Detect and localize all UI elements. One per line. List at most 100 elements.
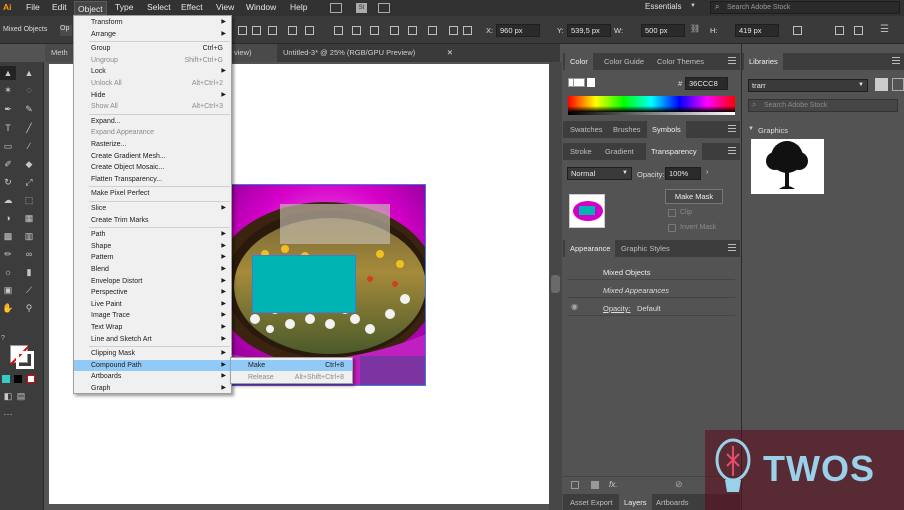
menu-item-compound-path[interactable]: Compound Path ▶ (74, 359, 231, 371)
panel-menu-icon[interactable] (728, 57, 736, 64)
none-mode-icon[interactable] (27, 375, 35, 383)
clear-appearance-icon[interactable]: ⊘ (675, 479, 683, 490)
menu-item-slice[interactable]: Slice ▶ (74, 203, 231, 214)
tab-asset-export[interactable]: Asset Export (565, 494, 618, 510)
graph-icon[interactable]: ▮ (23, 266, 35, 278)
list-view-icon[interactable] (892, 78, 904, 91)
shape-icon[interactable] (793, 26, 802, 35)
menu-item-arrange[interactable]: Arrange ▶ (74, 29, 231, 40)
tab-graphic-styles[interactable]: Graphic Styles (616, 240, 675, 257)
visibility-eye-icon[interactable]: ◉ (571, 302, 578, 311)
menu-help[interactable]: Help (290, 2, 307, 12)
align-top-icon[interactable] (288, 26, 297, 35)
transform-icon[interactable] (449, 26, 458, 35)
menu-item-expand[interactable]: Expand... (74, 116, 231, 127)
y-field[interactable]: 539,5 px (567, 24, 611, 37)
menu-item-make-pixel-perfect[interactable]: Make Pixel Perfect (74, 188, 231, 199)
menu-item-create-object-mosaic[interactable]: Create Object Mosaic... (74, 162, 231, 173)
panel-menu-icon[interactable] (728, 147, 736, 154)
arrange-documents-icon[interactable] (378, 3, 390, 13)
w-field[interactable]: 500 px (641, 24, 685, 37)
reference-point-icon[interactable] (463, 26, 472, 35)
menu-window[interactable]: Window (246, 2, 276, 12)
menu-item-create-gradient-mesh[interactable]: Create Gradient Mesh... (74, 151, 231, 162)
grid-view-icon[interactable] (875, 78, 888, 91)
eyedropper-icon[interactable]: ✏ (2, 248, 14, 260)
bridge-icon[interactable] (330, 3, 342, 13)
tab-artboards[interactable]: Artboards (651, 494, 694, 510)
default-colors-icon[interactable]: ? (1, 335, 5, 342)
hand-icon[interactable]: ✋ (2, 302, 14, 314)
gradient-mode-icon[interactable] (14, 375, 22, 383)
panel-menu-icon[interactable]: ☰ (880, 24, 889, 35)
distribute-bottom-icon[interactable] (370, 26, 379, 35)
menu-effect[interactable]: Effect (181, 2, 203, 12)
library-select[interactable]: trarr ▼ (748, 79, 868, 92)
hex-input[interactable]: 36CCC8 (685, 77, 728, 90)
blend-icon[interactable]: ∞ (23, 248, 35, 260)
menu-item-ungroup[interactable]: Ungroup Shift+Ctrl+G (74, 55, 231, 66)
tab-gradient[interactable]: Gradient (600, 143, 639, 160)
align-center-icon[interactable] (252, 26, 261, 35)
free-transform-icon[interactable]: ⬚ (23, 194, 35, 206)
x-field[interactable]: 960 px (496, 24, 540, 37)
tab-doc-3[interactable]: Untitled-3* @ 25% (RGB/GPU Preview) ✕ (277, 44, 455, 62)
opacity-button[interactable]: Op (60, 25, 72, 36)
pen-tool-icon[interactable]: ✒ (2, 103, 14, 115)
line-tool-icon[interactable]: ╱ (23, 122, 35, 134)
curvature-icon[interactable]: ✎ (23, 103, 35, 115)
menu-select[interactable]: Select (147, 2, 171, 12)
stock-search-input[interactable]: ⌕ Search Adobe Stock (710, 1, 900, 14)
clip-checkbox[interactable] (668, 209, 676, 217)
stock-icon[interactable]: St (356, 3, 367, 13)
warp-icon[interactable]: ☁ (2, 194, 14, 206)
make-compound-path[interactable]: Make Ctrl+8 (231, 360, 352, 371)
chevron-right-icon[interactable]: › (706, 169, 708, 176)
distribute-middle-icon[interactable] (352, 26, 361, 35)
menu-item-create-trim-marks[interactable]: Create Trim Marks (74, 215, 231, 226)
tab-libraries[interactable]: Libraries (744, 53, 783, 70)
scrollbar-thumb[interactable] (551, 275, 560, 293)
menu-item-artboards[interactable]: Artboards ▶ (74, 371, 231, 382)
menu-item-lock[interactable]: Lock ▶ (74, 66, 231, 77)
selected-photo[interactable] (230, 184, 426, 386)
menu-item-group[interactable]: Group Ctrl+G (74, 43, 231, 54)
color-spectrum[interactable] (568, 96, 735, 112)
edit-toolbar-icon[interactable]: ⋯ (2, 408, 14, 420)
align-right-icon[interactable] (268, 26, 277, 35)
magic-wand-icon[interactable]: ✶ (2, 84, 14, 96)
close-icon[interactable]: ✕ (447, 44, 453, 62)
gradient-icon[interactable]: ▥ (23, 230, 35, 242)
menu-object[interactable]: Object (74, 1, 107, 15)
slice-icon[interactable]: ⟋ (23, 284, 35, 296)
menu-item-shape[interactable]: Shape ▶ (74, 241, 231, 252)
blend-mode-select[interactable]: Normal ▼ (567, 167, 632, 180)
grayscale-ramp[interactable] (568, 112, 735, 115)
cyan-rectangle[interactable] (252, 255, 356, 313)
type-tool-icon[interactable]: T (2, 122, 14, 134)
menu-edit[interactable]: Edit (52, 2, 67, 12)
link-icon[interactable]: ⛓ (690, 24, 700, 33)
tab-swatches[interactable]: Swatches (565, 121, 608, 138)
h-field[interactable]: 419 px (735, 24, 779, 37)
scale-icon[interactable]: ⤢ (23, 176, 35, 188)
tab-brushes[interactable]: Brushes (608, 121, 646, 138)
distribute-top-icon[interactable] (334, 26, 343, 35)
panel-menu-icon[interactable] (728, 125, 736, 132)
paintbrush-icon[interactable]: ∕ (23, 140, 35, 152)
direct-selection-icon[interactable]: ▲ (23, 67, 35, 79)
shaper-icon[interactable]: ✐ (2, 158, 14, 170)
menu-item-image-trace[interactable]: Image Trace ▶ (74, 310, 231, 321)
perspective-icon[interactable]: ▦ (23, 212, 35, 224)
appearance-opacity-row[interactable]: ◉ Opacity: Default (567, 300, 735, 316)
menu-type[interactable]: Type (115, 2, 133, 12)
white-swatch[interactable] (587, 78, 595, 87)
stroke-swatch[interactable] (573, 78, 585, 87)
add-fill-icon[interactable] (591, 481, 599, 489)
menu-item-unlock-all[interactable]: Unlock All Alt+Ctrl+2 (74, 78, 231, 89)
eraser-icon[interactable]: ◆ (23, 158, 35, 170)
align-left-icon[interactable] (238, 26, 247, 35)
zoom-icon[interactable]: ⚲ (23, 302, 35, 314)
menu-item-show-all[interactable]: Show All Alt+Ctrl+3 (74, 101, 231, 112)
opacity-input[interactable]: 100% (665, 167, 701, 180)
